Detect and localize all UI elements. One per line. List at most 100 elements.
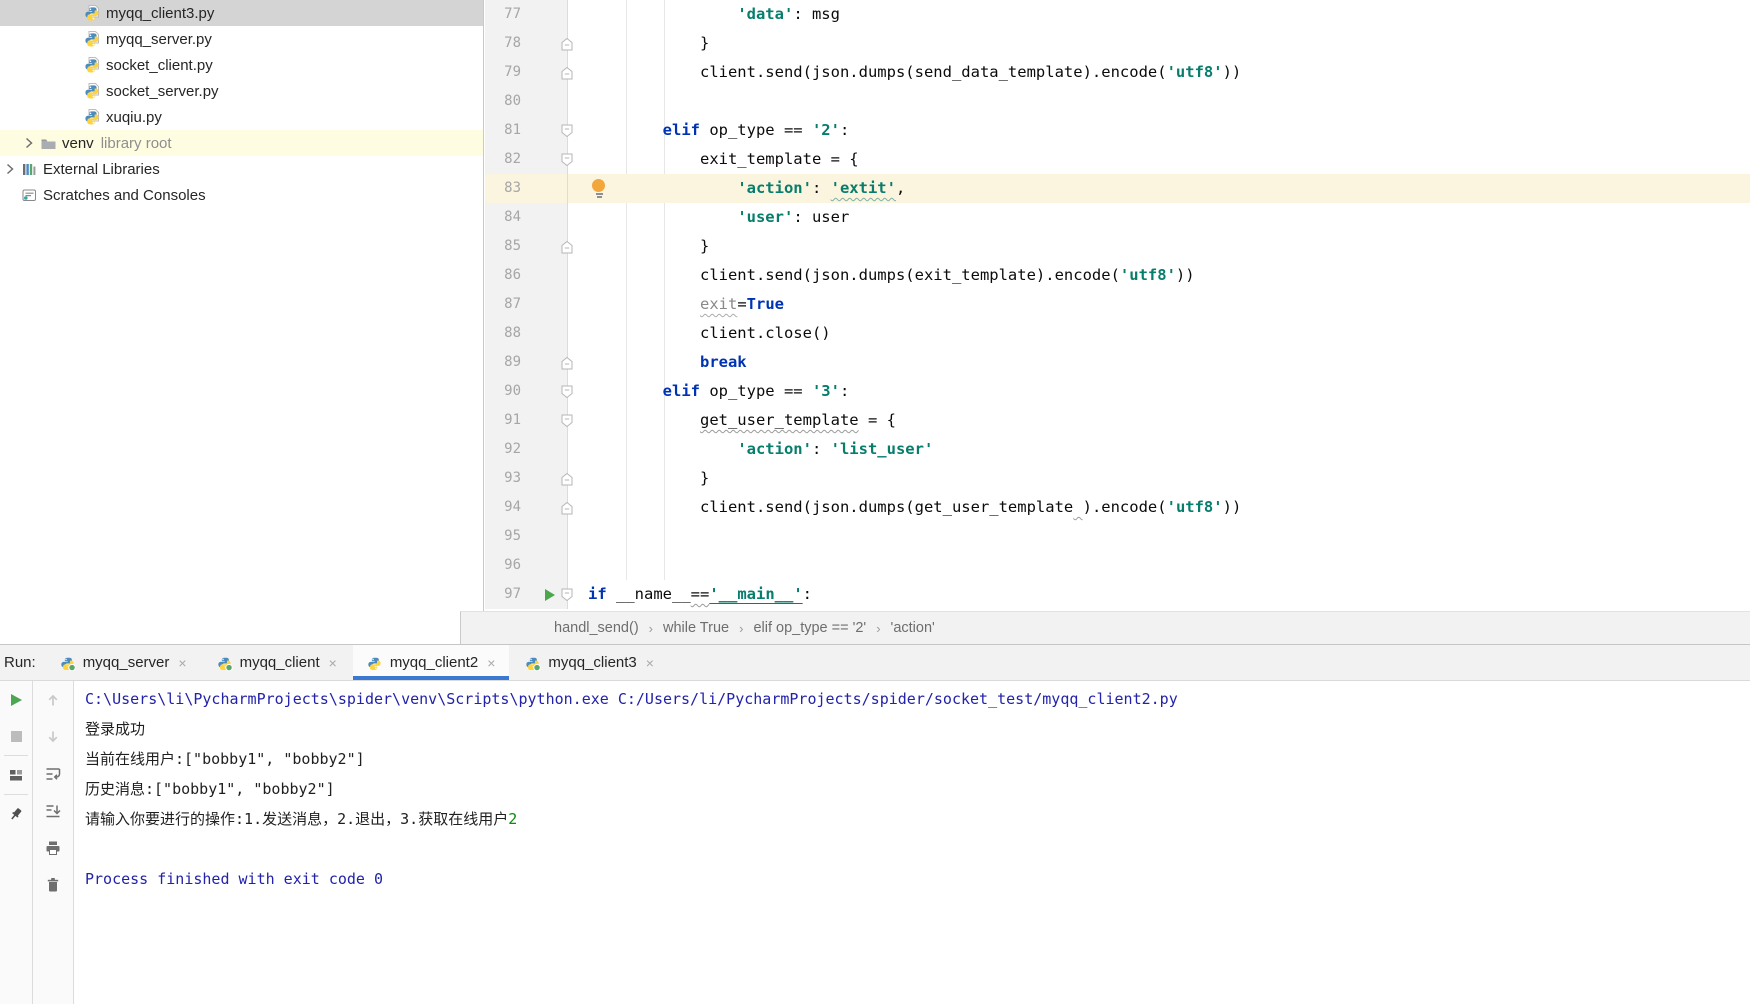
- rerun-icon[interactable]: [7, 691, 25, 709]
- tree-item-label: Scratches and Consoles: [43, 186, 206, 204]
- fold-marker-icon[interactable]: [561, 66, 573, 80]
- line-number: 87: [485, 290, 568, 319]
- editor-line-82[interactable]: 82 exit_template = {: [485, 145, 1750, 174]
- fold-marker-icon[interactable]: [561, 356, 573, 370]
- editor-line-85[interactable]: 85 }: [485, 232, 1750, 261]
- fold-marker-icon[interactable]: [561, 414, 573, 428]
- tree-item-label: External Libraries: [43, 160, 160, 178]
- code-text: 'data': msg: [737, 5, 840, 23]
- editor-line-89[interactable]: 89 break: [485, 348, 1750, 377]
- code-text: }: [699, 34, 710, 52]
- editor-line-77[interactable]: 77 'data': msg: [485, 0, 1750, 29]
- python-file-icon: [84, 108, 101, 126]
- tree-item-socket-server-py[interactable]: socket_server.py: [0, 78, 483, 104]
- print-icon[interactable]: [44, 839, 62, 857]
- fold-marker-icon[interactable]: [561, 153, 573, 167]
- fold-marker-icon[interactable]: [561, 37, 573, 51]
- editor-line-78[interactable]: 78 }: [485, 29, 1750, 58]
- editor-line-94[interactable]: 94 client.send(json.dumps(get_user_templ…: [485, 493, 1750, 522]
- tree-item-venv[interactable]: venv library root: [0, 130, 483, 156]
- run-tab-myqq_client2[interactable]: myqq_client2 ×: [352, 645, 510, 680]
- run-tab-myqq_client[interactable]: myqq_client ×: [203, 645, 351, 680]
- libraries-icon: [21, 161, 38, 178]
- tree-item-external-libraries[interactable]: External Libraries: [0, 156, 483, 182]
- breadcrumb: handl_send() › while True › elif op_type == …: [460, 611, 1750, 644]
- editor-line-93[interactable]: 93 }: [485, 464, 1750, 493]
- toolbar-divider: [4, 755, 28, 756]
- pin-tab-icon[interactable]: [7, 805, 25, 823]
- editor-line-80[interactable]: 80: [485, 87, 1750, 116]
- editor-line-88[interactable]: 88 client.close(): [485, 319, 1750, 348]
- editor-line-90[interactable]: 90 elif op_type == '3':: [485, 377, 1750, 406]
- fold-marker-icon[interactable]: [561, 124, 573, 138]
- breadcrumb-separator-icon: ›: [648, 620, 653, 636]
- code-editor[interactable]: 77 'data': msg 78 } 79 client.send(json.du…: [485, 0, 1750, 611]
- up-stack-trace-icon[interactable]: [44, 691, 62, 709]
- chevron-right-icon[interactable]: [3, 162, 17, 176]
- intention-bulb-icon[interactable]: [592, 179, 607, 198]
- close-tab-icon[interactable]: ×: [646, 656, 654, 670]
- close-tab-icon[interactable]: ×: [329, 656, 337, 670]
- code-text: elif op_type == '3':: [662, 382, 850, 400]
- console-output: C:\Users\li\PycharmProjects\spider\venv\…: [74, 681, 1750, 1004]
- editor-line-96[interactable]: 96: [485, 551, 1750, 580]
- editor-line-97[interactable]: 97 if __name__=='__main__':: [485, 580, 1750, 609]
- editor-line-92[interactable]: 92 'action': 'list_user': [485, 435, 1750, 464]
- gutter-fold-area: [561, 29, 588, 58]
- fold-marker-icon[interactable]: [561, 501, 573, 515]
- fold-marker-icon[interactable]: [561, 472, 573, 486]
- fold-marker-icon[interactable]: [561, 240, 573, 254]
- tree-item-label: myqq_client3.py: [106, 4, 215, 22]
- close-tab-icon[interactable]: ×: [487, 656, 495, 670]
- tree-item-myqq-client3-py[interactable]: myqq_client3.py: [0, 0, 483, 26]
- breadcrumb-item[interactable]: while True: [663, 620, 729, 636]
- tree-item-myqq-server-py[interactable]: myqq_server.py: [0, 26, 483, 52]
- console-line: C:\Users\li\PycharmProjects\spider\venv\…: [85, 690, 1178, 708]
- editor-line-83[interactable]: 83 'action': 'extit',: [485, 174, 1750, 203]
- breadcrumb-item[interactable]: elif op_type == '2': [753, 620, 866, 636]
- breadcrumb-item[interactable]: 'action': [891, 620, 935, 636]
- line-number: 90: [485, 377, 568, 406]
- run-line-icon[interactable]: [545, 589, 555, 601]
- close-tab-icon[interactable]: ×: [178, 656, 186, 670]
- code-text: if __name__=='__main__':: [588, 585, 813, 603]
- gutter-fold-area: [568, 435, 588, 464]
- code-text: }: [699, 469, 710, 487]
- python-file-icon: [84, 82, 101, 100]
- fold-marker-icon[interactable]: [561, 385, 573, 399]
- restore-layout-icon[interactable]: [7, 766, 25, 784]
- tree-item-xuqiu-py[interactable]: xuqiu.py: [0, 104, 483, 130]
- down-stack-trace-icon[interactable]: [44, 728, 62, 746]
- editor-line-86[interactable]: 86 client.send(json.dumps(exit_template)…: [485, 261, 1750, 290]
- python-file-icon: [84, 4, 101, 22]
- code-text: exit=True: [699, 295, 784, 313]
- code-text: client.send(json.dumps(exit_template).en…: [699, 266, 1195, 284]
- tree-item-label: venv: [62, 134, 94, 152]
- tree-item-socket-client-py[interactable]: socket_client.py: [0, 52, 483, 78]
- tree-item-scratches-and-consoles[interactable]: Scratches and Consoles: [0, 182, 483, 208]
- editor-line-91[interactable]: 91 get_user_template = {: [485, 406, 1750, 435]
- line-number: 77: [485, 0, 568, 29]
- editor-line-87[interactable]: 87 exit=True: [485, 290, 1750, 319]
- line-number: 84: [485, 203, 568, 232]
- editor-line-84[interactable]: 84 'user': user: [485, 203, 1750, 232]
- soft-wrap-icon[interactable]: [44, 765, 62, 783]
- editor-line-95[interactable]: 95: [485, 522, 1750, 551]
- fold-marker-icon[interactable]: [561, 588, 573, 602]
- line-number: 94: [485, 493, 568, 522]
- run-tab-myqq_server[interactable]: myqq_server ×: [46, 645, 201, 680]
- scroll-to-end-icon[interactable]: [44, 802, 62, 820]
- tree-item-label: myqq_server.py: [106, 30, 212, 48]
- run-tab-myqq_client3[interactable]: myqq_client3 ×: [511, 645, 668, 680]
- python-file-icon: [84, 30, 101, 48]
- breadcrumb-item[interactable]: handl_send(): [554, 620, 639, 636]
- chevron-right-icon[interactable]: [22, 136, 36, 150]
- stop-icon[interactable]: [7, 727, 25, 745]
- gutter-fold-area: [568, 0, 588, 29]
- editor-line-81[interactable]: 81 elif op_type == '2':: [485, 116, 1750, 145]
- clear-all-icon[interactable]: [44, 876, 62, 894]
- run-tab-label: myqq_client: [239, 654, 320, 671]
- editor-line-79[interactable]: 79 client.send(json.dumps(send_data_temp…: [485, 58, 1750, 87]
